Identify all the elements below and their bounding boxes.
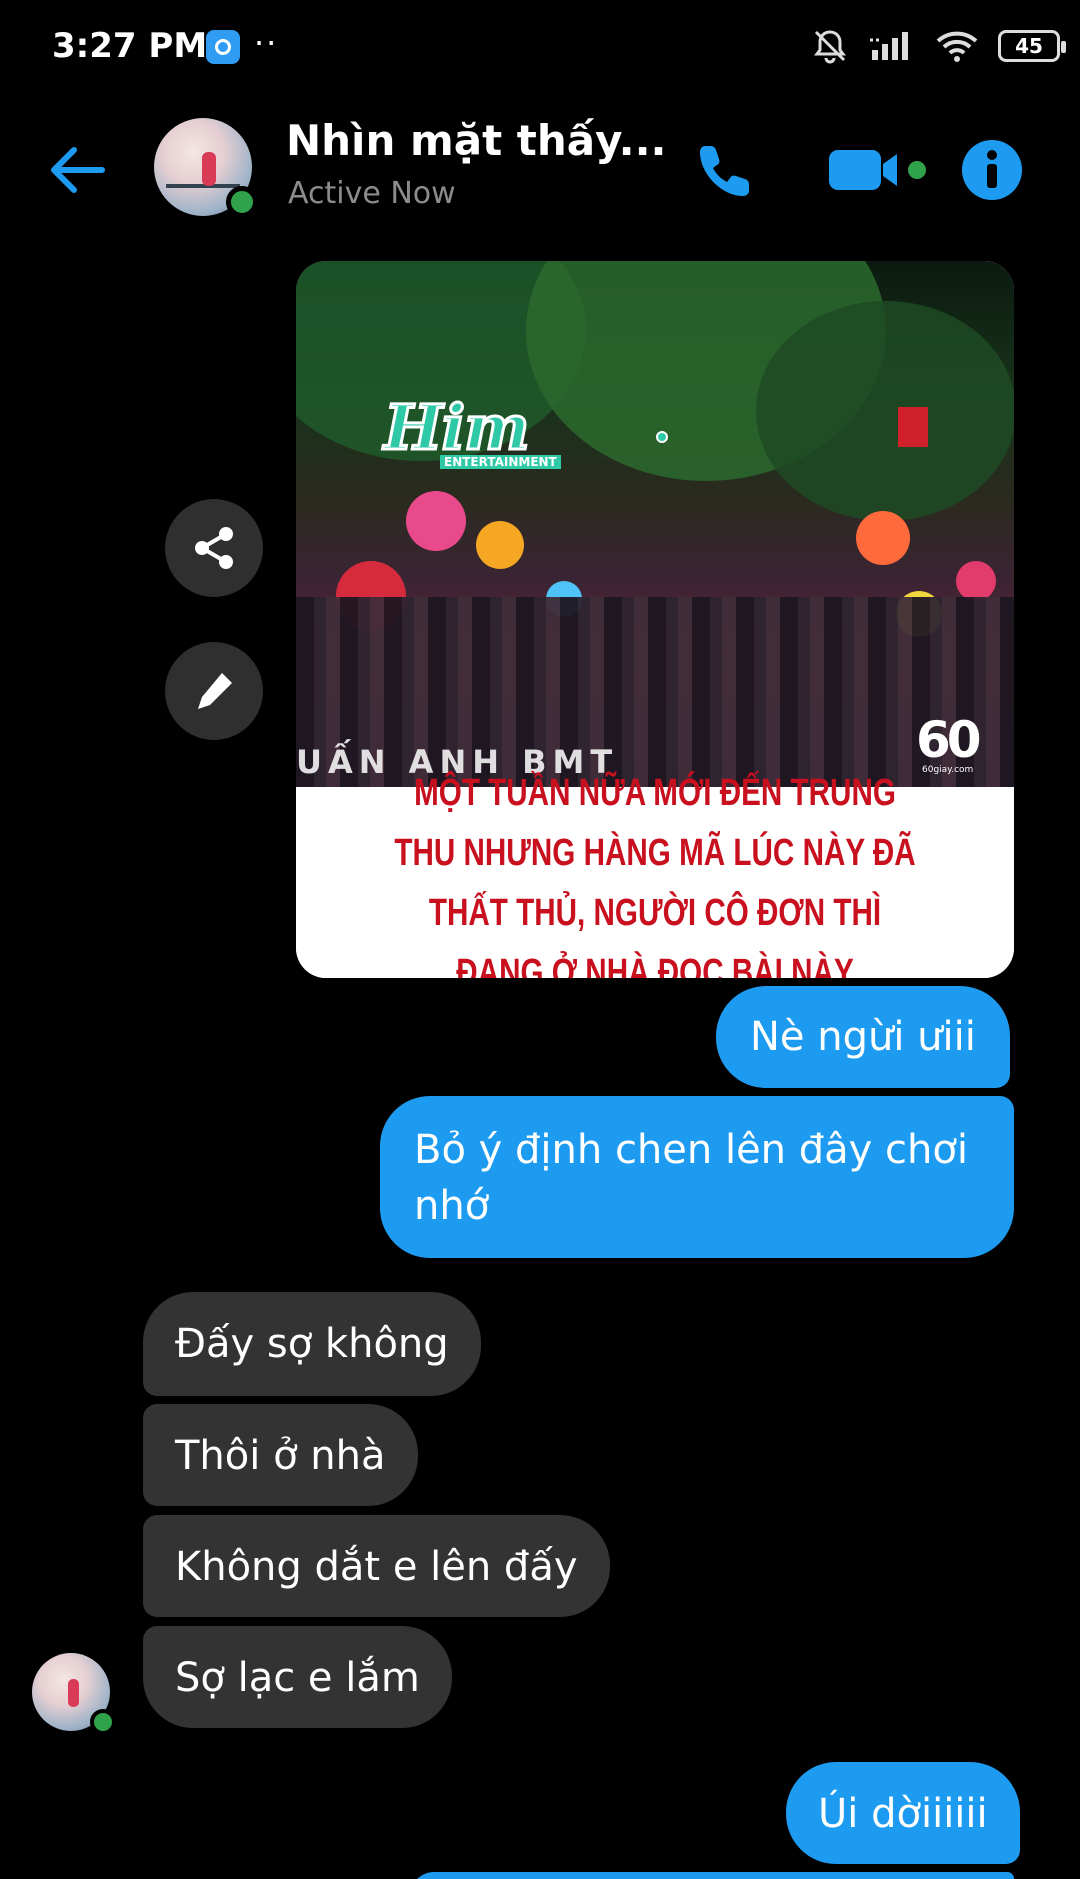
incoming-message[interactable]: Không dắt e lên đấy [143,1515,610,1617]
phone-icon [700,146,749,196]
logo-subtitle: ENTERTAINMENT [440,455,561,469]
status-bar: 3:27 PM ·· 45 [0,0,1080,92]
online-indicator [226,186,258,218]
flag [898,407,928,447]
image-caption: MỘT TUẦN NỮA MỚI ĐẾN TRUNG THU NHƯNG HÀN… [296,772,1014,978]
lantern [406,491,466,551]
wifi-icon [936,31,978,62]
voice-call-button[interactable] [690,138,762,202]
logo-dot [656,431,668,443]
status-icons: 45 [810,24,1066,68]
60giay-logo: 60 [916,711,982,769]
outgoing-message[interactable]: Úi dờiiiiii [786,1762,1020,1864]
online-indicator [90,1709,116,1735]
active-status: Active Now [288,176,456,211]
status-time: 3:27 PM [52,26,208,66]
bell-muted-icon [814,30,846,64]
edit-button[interactable] [165,642,263,740]
avatar-figure [68,1679,79,1707]
video-call-button[interactable] [822,138,932,202]
back-arrow-icon [51,147,105,193]
tree-canopy [756,301,1014,521]
incoming-message[interactable]: Thôi ở nhà [143,1404,418,1506]
60giay-url: 60giay.com [922,765,974,775]
info-button[interactable] [956,138,1028,202]
contact-name[interactable]: Nhìn mặt thấy... [286,116,666,165]
festival-photo: Him ENTERTAINMENT UẤN ANH BMT 60 60giay.… [296,261,1014,787]
him-entertainment-logo: Him ENTERTAINMENT [383,390,668,469]
pencil-icon [198,673,232,709]
messenger-app-icon [206,30,240,64]
share-icon [195,527,233,569]
back-button[interactable] [44,140,108,200]
avatar-figure [202,152,216,186]
incoming-message[interactable]: Sợ lạc e lắm [143,1626,452,1728]
outgoing-message-partial[interactable] [410,1872,1014,1879]
logo-text: Him [383,390,532,466]
outgoing-message[interactable]: Nè ngừi ưiii [716,986,1010,1088]
chat-header: Nhìn mặt thấy... Active Now [0,110,1080,230]
signal-icon [870,32,908,60]
lantern [856,511,910,565]
battery-level: 45 [1015,34,1043,58]
caption-text: MỘT TUẦN NỮA MỚI ĐẾN TRUNG THU NHƯNG HÀN… [394,771,916,979]
lantern [956,561,996,601]
info-icon [962,140,1022,200]
share-button[interactable] [165,499,263,597]
sender-avatar[interactable] [32,1653,116,1735]
outgoing-message[interactable]: Bỏ ý định chen lên đây chơi nhớ [380,1096,1014,1258]
more-notifications-indicator: ·· [254,24,279,62]
avatar-railing [166,184,240,188]
lantern [476,521,524,569]
shared-image-message[interactable]: Him ENTERTAINMENT UẤN ANH BMT 60 60giay.… [296,261,1014,978]
battery-icon: 45 [998,30,1066,62]
incoming-message[interactable]: Đấy sợ không [143,1292,481,1396]
contact-avatar[interactable] [154,118,258,218]
video-camera-icon [829,150,926,190]
